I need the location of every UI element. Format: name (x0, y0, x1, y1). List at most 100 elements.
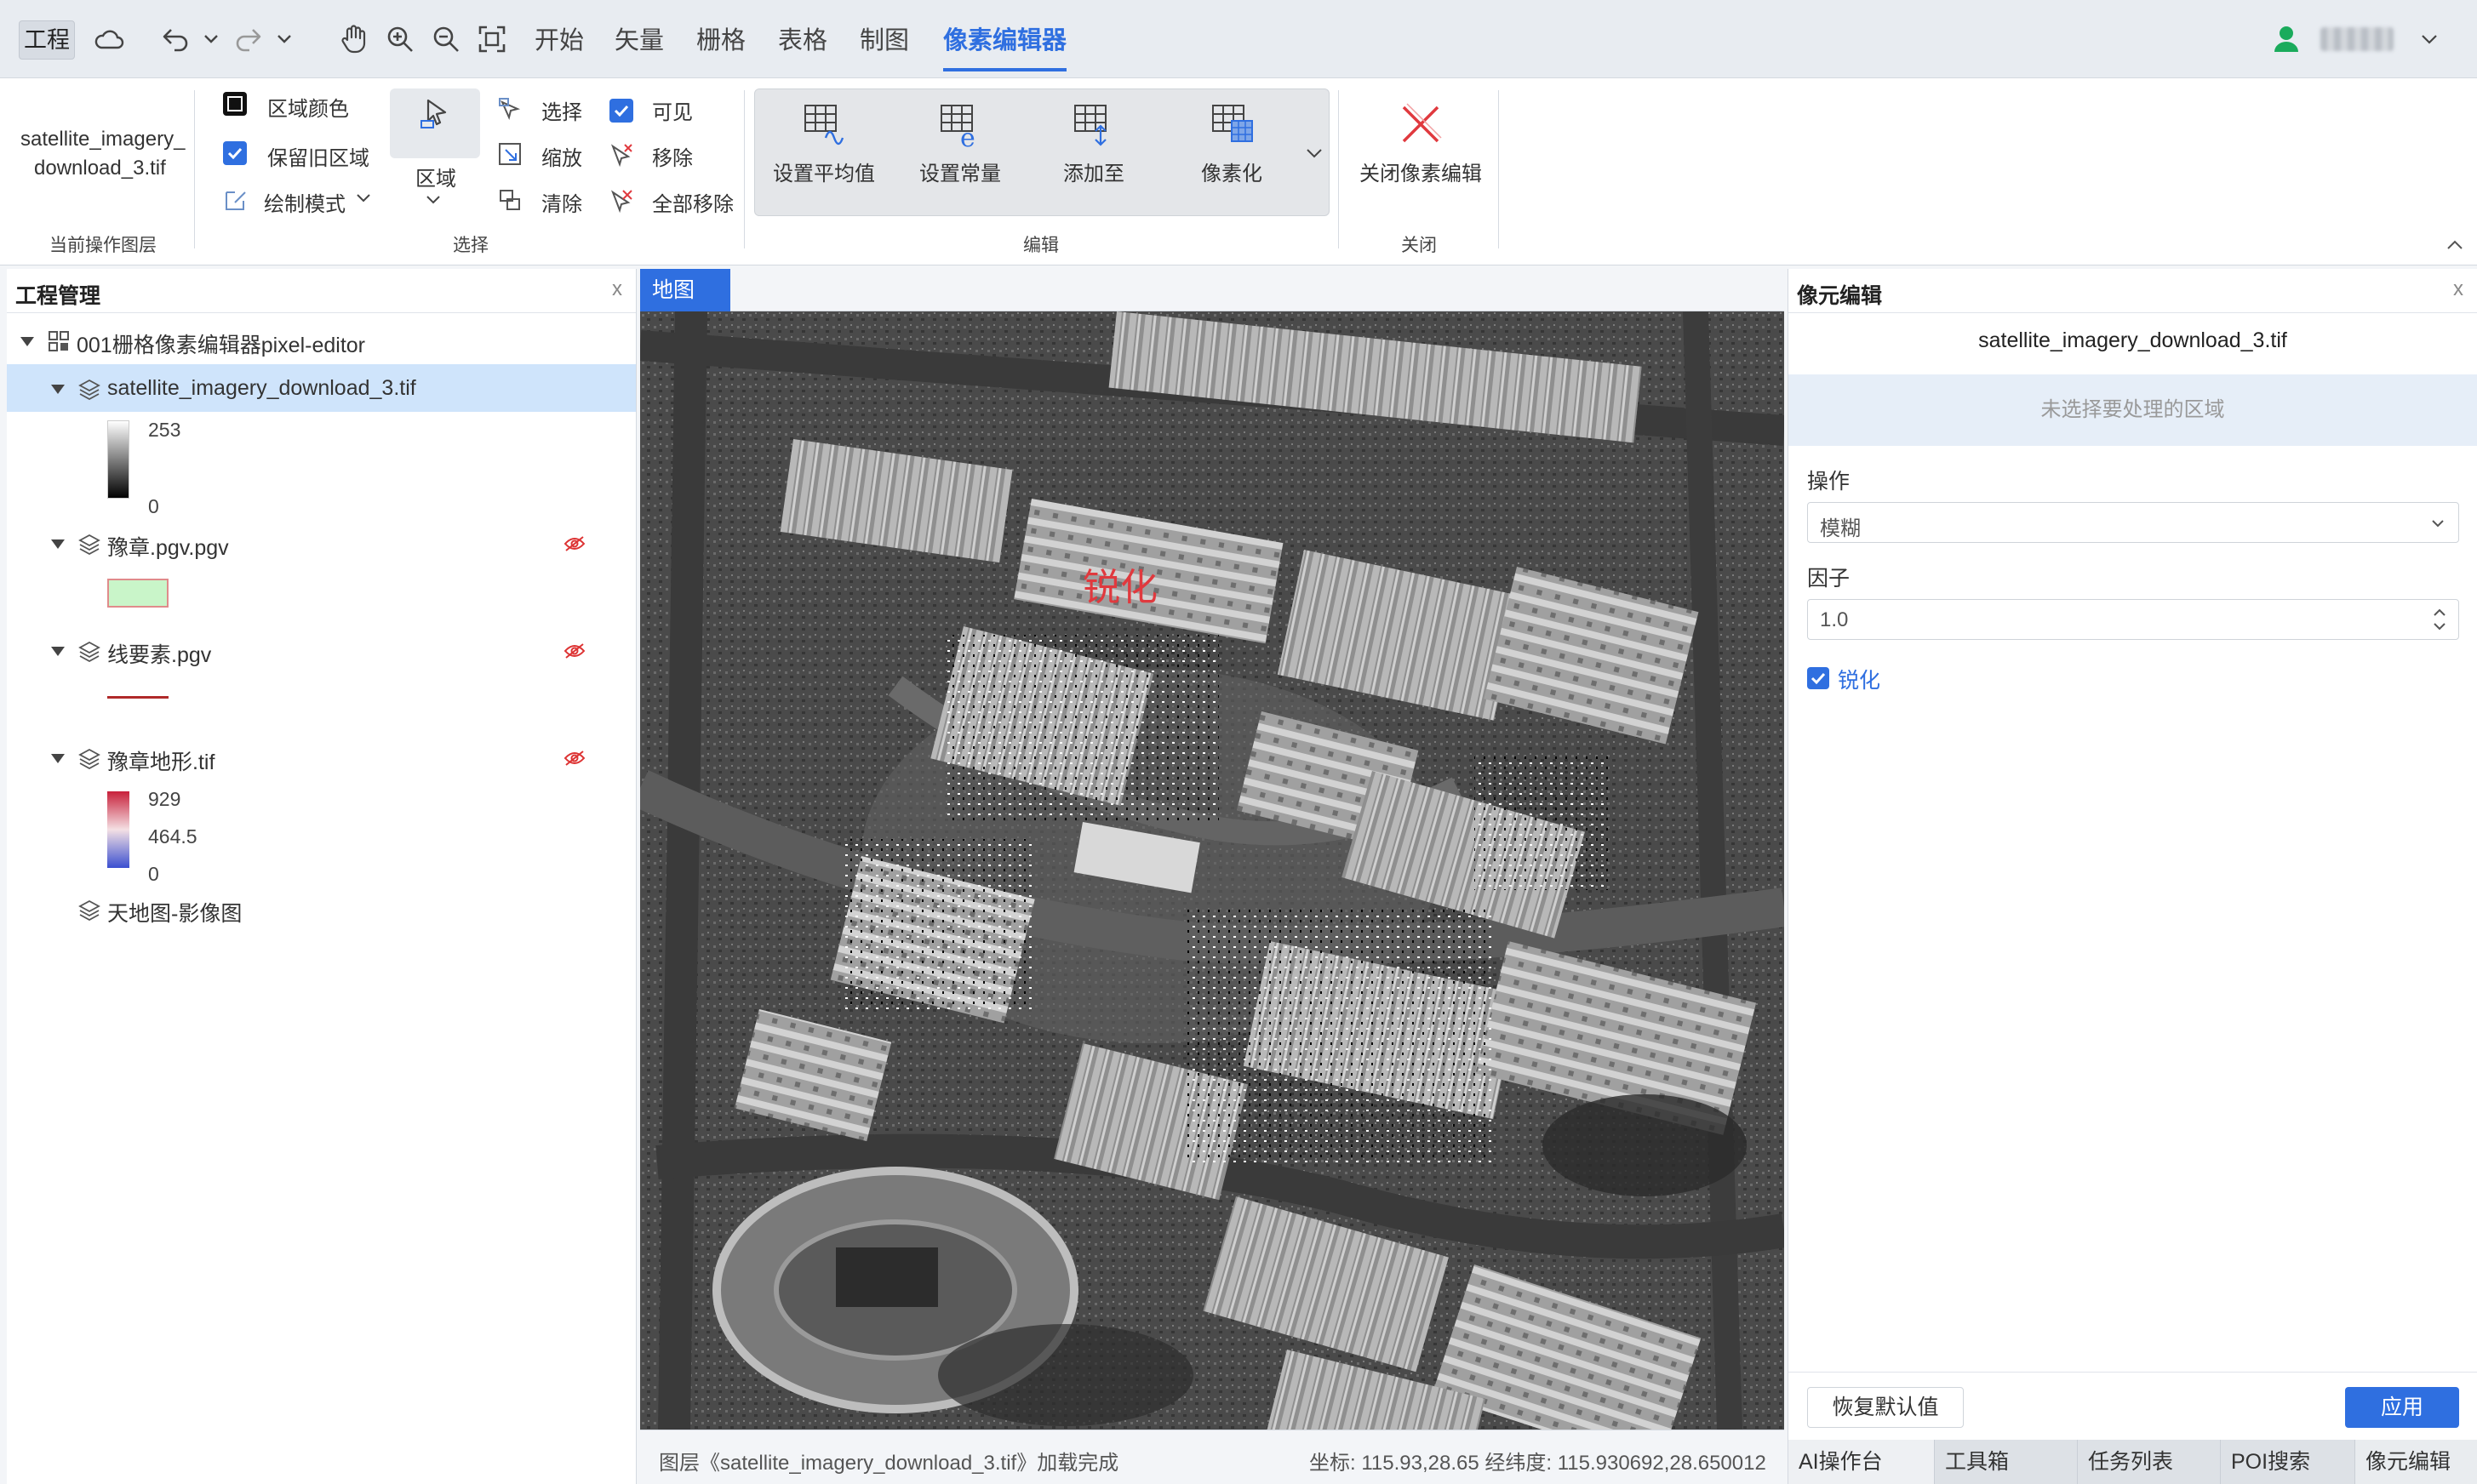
factor-value: 1.0 (1820, 608, 1849, 631)
panel-header: 工程管理 x (7, 269, 636, 313)
hidden-eye-icon[interactable] (563, 534, 586, 553)
pixelate-button[interactable]: 像素化 (1176, 88, 1287, 216)
undo-dropdown-icon[interactable] (194, 19, 228, 60)
add-to-label: 添加至 (1063, 163, 1124, 186)
region-color-label[interactable]: 区域颜色 (267, 92, 349, 122)
set-mean-button[interactable]: 设置平均值 (761, 88, 887, 216)
sharpen-checkbox[interactable] (1807, 667, 1829, 689)
visible-label[interactable]: 可见 (652, 95, 693, 125)
region-color-swatch[interactable] (223, 92, 247, 116)
project-name: 001栅格像素编辑器pixel-editor (77, 334, 365, 357)
legend-max: 253 (148, 419, 181, 441)
group-label-select: 选择 (453, 236, 489, 255)
apply-button[interactable]: 应用 (2345, 1387, 2459, 1428)
draw-mode-label[interactable]: 绘制模式 (264, 187, 346, 217)
set-constant-button[interactable]: e 设置常量 (901, 88, 1020, 216)
clear-icon[interactable] (497, 187, 523, 213)
remove-all-icon[interactable] (608, 187, 633, 213)
legend-mid: 464.5 (148, 825, 197, 848)
line-legend-swatch (107, 696, 169, 699)
group-label-close: 关闭 (1401, 236, 1437, 255)
user-name[interactable] (2320, 27, 2394, 51)
tree-layer-row-selected[interactable]: satellite_imagery_download_3.tif (7, 364, 636, 412)
select-label[interactable]: 选择 (541, 95, 582, 125)
menu-tab-mapping[interactable]: 制图 (860, 24, 909, 58)
region-button[interactable] (390, 88, 480, 158)
redo-icon[interactable] (228, 19, 269, 60)
expand-triangle-icon[interactable] (51, 647, 65, 656)
legend-max: 929 (148, 788, 181, 810)
tab-map[interactable]: 地图 (640, 269, 730, 311)
region-chevron-icon[interactable] (424, 191, 449, 216)
layer-name: 豫章地形.tif (107, 751, 215, 774)
remove-all-label[interactable]: 全部移除 (652, 187, 734, 217)
keep-old-region-checkbox[interactable] (223, 141, 247, 165)
hidden-eye-icon[interactable] (563, 749, 586, 768)
menu-tab-table[interactable]: 表格 (778, 24, 827, 58)
keep-old-region-label[interactable]: 保留旧区域 (267, 141, 369, 171)
menu-tab-vector[interactable]: 矢量 (615, 24, 664, 58)
tab-pixel-edit[interactable]: 像元编辑 (2355, 1440, 2477, 1484)
edit-more-chevron-icon[interactable] (1304, 143, 1330, 168)
draw-mode-icon[interactable] (223, 187, 249, 213)
close-pixel-edit-button[interactable]: 关闭像素编辑 (1352, 88, 1490, 216)
menu-project[interactable]: 工程 (19, 20, 75, 60)
tab-task-list[interactable]: 任务列表 (2078, 1440, 2221, 1484)
tree-project-row[interactable]: 001栅格像素编辑器pixel-editor (7, 317, 636, 364)
tree-layer-row[interactable]: 豫章.pgv.pgv (7, 519, 636, 567)
full-extent-icon[interactable] (472, 19, 512, 60)
region-label[interactable]: 区域 (415, 162, 456, 191)
zoom-out-icon[interactable] (426, 19, 466, 60)
layers-icon (78, 899, 100, 921)
close-red-x-icon (1402, 103, 1442, 143)
tab-ai-console[interactable]: AI操作台 (1788, 1440, 1935, 1484)
hidden-eye-icon[interactable] (563, 642, 586, 660)
expand-triangle-icon[interactable] (20, 337, 34, 346)
factor-label: 因子 (1807, 567, 1851, 591)
factor-input[interactable]: 1.0 (1807, 599, 2459, 640)
terrain-legend-bar (107, 791, 129, 868)
select-icon[interactable] (497, 95, 523, 121)
pan-hand-icon[interactable] (334, 19, 375, 60)
tree-layer-row[interactable]: 天地图-影像图 (7, 885, 636, 933)
operation-label: 操作 (1807, 470, 1851, 494)
user-icon[interactable] (2266, 19, 2307, 60)
undo-icon[interactable] (155, 19, 196, 60)
zoom-to-icon[interactable] (497, 141, 523, 167)
draw-mode-chevron-icon[interactable] (354, 189, 380, 214)
tree-layer-row[interactable]: 线要素.pgv (7, 626, 636, 674)
menu-tab-pixel-editor[interactable]: 像素编辑器 (943, 24, 1067, 71)
zoom-in-icon[interactable] (380, 19, 420, 60)
close-panel-button[interactable]: x (2453, 277, 2463, 301)
visible-checkbox[interactable] (609, 99, 633, 123)
map-canvas[interactable]: 锐化 (640, 311, 1784, 1430)
reset-default-button[interactable]: 恢复默认值 (1807, 1387, 1964, 1428)
collapse-ribbon-icon[interactable] (2445, 237, 2470, 262)
remove-label[interactable]: 移除 (652, 141, 693, 171)
redo-dropdown-icon[interactable] (267, 19, 301, 60)
add-to-button[interactable]: 添加至 (1038, 88, 1149, 216)
tab-poi-search[interactable]: POI搜索 (2221, 1440, 2355, 1484)
expand-triangle-icon[interactable] (51, 385, 65, 394)
set-mean-icon (804, 105, 844, 146)
project-icon (49, 331, 69, 351)
clear-label[interactable]: 清除 (541, 187, 582, 217)
ribbon-separator (744, 90, 745, 248)
remove-icon[interactable] (608, 141, 633, 167)
user-menu-chevron-icon[interactable] (2412, 19, 2446, 60)
expand-triangle-icon[interactable] (51, 754, 65, 763)
menu-tab-start[interactable]: 开始 (535, 24, 584, 58)
zoom-to-label[interactable]: 缩放 (541, 141, 582, 171)
stepper-icon[interactable] (2431, 603, 2448, 636)
expand-triangle-icon[interactable] (51, 539, 65, 549)
project-manager-panel: 工程管理 x 001栅格像素编辑器pixel-editor satellite_… (7, 269, 637, 1484)
tab-toolbox[interactable]: 工具箱 (1935, 1440, 2078, 1484)
sharpen-label[interactable]: 锐化 (1838, 664, 1880, 694)
cloud-icon[interactable] (89, 19, 129, 60)
status-message: 图层《satellite_imagery_download_3.tif》加载完成 (659, 1452, 1119, 1475)
close-panel-button[interactable]: x (612, 277, 622, 301)
panel-header: 像元编辑 x (1788, 269, 2477, 313)
menu-tab-raster[interactable]: 栅格 (696, 24, 746, 58)
operation-select[interactable]: 模糊 (1807, 502, 2459, 543)
tree-layer-row[interactable]: 豫章地形.tif (7, 733, 636, 781)
